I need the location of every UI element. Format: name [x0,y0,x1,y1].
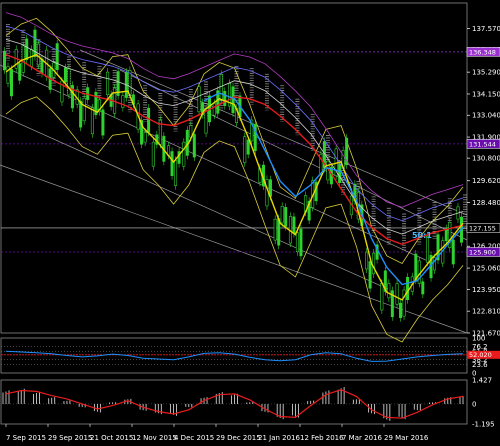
y-tick-label: 137.570 [472,25,500,33]
candle-body [402,289,406,317]
y-tick-label: 134.150 [472,90,500,98]
candle-body [29,49,33,67]
y-tick-label: 135.290 [472,69,500,77]
x-axis-label: 7 Sep 2015 [6,434,46,442]
candle-body [368,261,372,289]
candle-body [55,43,59,70]
candle-body [246,139,250,155]
candle-body [444,228,448,242]
candle-body [197,86,201,113]
candle-body [182,141,186,167]
y-tick-label: 128.480 [472,199,500,207]
candle-body [231,86,235,114]
candle-body [338,163,342,183]
x-axis-label: 21 Oct 2015 [90,434,133,442]
candle-body [33,29,37,57]
oscillator-tick-label: 23.6 [472,361,488,369]
candle-body [284,207,288,227]
candle-body [10,68,14,97]
candle-body [174,160,178,186]
price-tag-label: 136.348 [469,48,496,56]
y-tick-label: 130.800 [472,155,500,163]
macd-tick-label: 1.427 [472,377,492,385]
candle-body [295,232,299,253]
candle-body [151,141,155,167]
candle-body [421,281,425,295]
candle-body [406,276,410,301]
candle-body [243,136,247,164]
macd-tick-label: 0 [472,400,476,408]
macd-tick-label: -1.195 [472,421,495,429]
candle-body [380,283,384,311]
candle-body [414,253,418,281]
forex-chart[interactable]: 50:1137.570136.485135.290134.150133.0401… [0,0,500,446]
x-axis-label: 29 Mar 2016 [384,434,429,442]
price-series-line [203,92,464,286]
candle-body [192,134,196,158]
candle-body [143,132,147,143]
oscillator-tag[interactable]: 52.020 [467,350,500,359]
candle-body [79,100,83,128]
price-tag-label: 125.900 [469,248,496,256]
x-axis-label: 29 Dec 2015 [216,434,261,442]
candle-body [280,206,284,224]
y-tick-label: 123.950 [472,286,500,294]
oscillator-tick-label: 100 [472,335,485,343]
y-tick-label: 125.060 [472,265,500,273]
y-tick-label: 129.620 [472,177,500,185]
price-tag[interactable]: 136.348 [466,47,500,57]
x-axis-label: 12 Feb 2016 [300,434,344,442]
candle-body [106,71,110,95]
candle-body [223,91,227,106]
candle-body [25,38,29,61]
x-axis-label: 7 Mar 2016 [342,434,382,442]
candle-body [219,74,223,101]
candle-body [121,95,125,108]
oscillator-tag-label: 52.020 [469,351,492,359]
candle-body [63,67,67,83]
price-tag-label: 131.544 [469,140,496,148]
candle-body [299,228,303,257]
bollinger-upper-line [5,17,464,265]
x-axis-label: 29 Sep 2015 [48,434,92,442]
candle-body [212,103,216,116]
candle-body [147,107,151,133]
y-tick-label: 122.810 [472,308,500,316]
price-tag[interactable]: 127.155 [466,223,500,233]
price-tag-label: 127.155 [469,224,496,232]
candle-body [395,283,399,305]
candle-body [387,282,391,299]
fibo-annotation: 50:1 [412,231,432,240]
candle-body [2,50,7,71]
bollinger-lower-line [5,96,464,343]
x-axis-label: 4 Dec 2015 [174,434,214,442]
candle-body [426,235,430,263]
candle-body [265,179,269,207]
candle-body [90,107,94,135]
candle-body [82,97,86,122]
candles [2,26,463,322]
x-axis-label: 21 Jan 2016 [258,434,301,442]
candle-body [101,109,105,136]
price-tag[interactable]: 125.900 [466,247,500,257]
oscillator-line [5,350,464,362]
candle-body [18,63,22,81]
candle-body [292,216,296,234]
y-tick-label: 133.040 [472,112,500,120]
candle-body [204,110,208,134]
x-axis-label: 12 Nov 2015 [132,434,177,442]
candle-body [67,68,71,96]
candle-body [365,251,369,270]
candle-body [372,252,376,275]
price-tag[interactable]: 131.544 [466,139,500,149]
candle-body [273,218,277,241]
candle-body [399,302,403,319]
candle-body [170,151,174,176]
candle-body [451,239,455,265]
